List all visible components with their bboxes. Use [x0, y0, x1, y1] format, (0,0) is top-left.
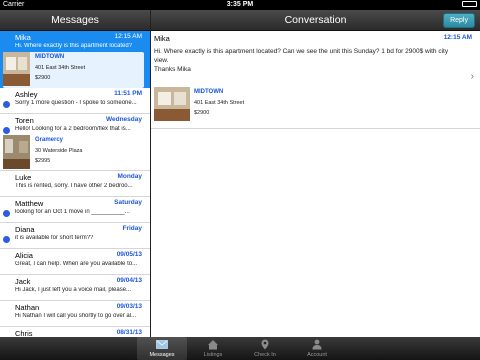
listing-price: $2900 [194, 110, 210, 116]
thread-row-matthew[interactable]: Matthew Saturday looking for an Oct 1 mo… [0, 197, 150, 223]
thread-row-ashley[interactable]: Ashley 11:51 PM Sorry 1 more question - … [0, 88, 150, 114]
thread-date: Saturday [114, 199, 142, 206]
thread-preview: Great, I can help. When are you availabl… [15, 261, 138, 267]
listing-photo [3, 135, 30, 169]
unread-dot-icon [3, 210, 10, 217]
thread-preview: This is rented, sorry. I have other 2 be… [15, 183, 133, 189]
reply-button[interactable]: Reply [443, 13, 475, 28]
thread-name: Alicia [15, 251, 33, 260]
unread-dot-icon [3, 236, 10, 243]
status-bar: Carrier 3:35 PM [0, 0, 480, 10]
conversation-title: Conversation [284, 14, 347, 26]
thread-date: 12:15 AM [114, 33, 142, 40]
map-pin-icon [261, 339, 269, 350]
battery-icon [462, 1, 477, 7]
thread-row-alicia[interactable]: Alicia 09/05/13 Great, I can help. When … [0, 249, 150, 275]
tab-bar: Messages Listings Check In Account [0, 337, 480, 360]
message-thread-list[interactable]: Mika 12:15 AM Hi. Where exactly is this … [0, 31, 150, 337]
tab-messages[interactable]: Messages [137, 337, 187, 360]
thread-preview: it is available for short term?? [15, 235, 94, 241]
thread-date: 09/04/13 [116, 277, 142, 284]
thread-date: Wednesday [105, 116, 142, 123]
thread-date: 11:51 PM [114, 90, 142, 97]
thread-date: Friday [122, 225, 142, 232]
tab-label: Account [307, 352, 327, 358]
thread-row-diana[interactable]: Diana Friday it is available for short t… [0, 223, 150, 249]
thread-name: Ashley [15, 90, 38, 99]
tab-check-in[interactable]: Check In [240, 337, 290, 360]
thread-row-luke[interactable]: Luke Monday This is rented, sorry. I hav… [0, 171, 150, 197]
thread-preview: Hi Nathan I will call you shortly to go … [15, 313, 137, 319]
listing-address: 401 East 34th Street [35, 65, 86, 71]
listing-title: Gramercy [35, 137, 64, 143]
messages-title: Messages [51, 14, 99, 26]
thread-name: Luke [15, 173, 32, 182]
thread-row-chris[interactable]: Chris 08/31/13 [0, 327, 150, 337]
envelope-icon [156, 340, 168, 349]
house-icon [208, 340, 218, 350]
thread-preview: Hello! Looking for a 2 bedroom/flex that… [15, 126, 131, 132]
unread-dot-icon [3, 101, 10, 108]
thread-date: 09/03/13 [116, 303, 142, 310]
thread-name: Diana [15, 225, 35, 234]
thread-row-toren[interactable]: Toren Wednesday Hello! Looking for a 2 b… [0, 114, 150, 171]
tab-account[interactable]: Account [292, 337, 342, 360]
listing-photo [3, 52, 30, 86]
unread-dot-icon [3, 127, 10, 134]
person-icon [312, 339, 322, 350]
thread-preview: Sorry 1 more question - I spoke to someo… [15, 100, 137, 106]
thread-row-jack[interactable]: Jack 09/04/13 Hi Jack, I just left you a… [0, 275, 150, 301]
thread-row-mika[interactable]: Mika 12:15 AM Hi. Where exactly is this … [0, 31, 150, 88]
thread-name: Jack [15, 277, 31, 286]
conversation-header: Conversation Reply [151, 10, 480, 31]
thread-row-nathan[interactable]: Nathan 09/03/13 Hi Nathan I will call yo… [0, 301, 150, 327]
listing-price: $2900 [35, 75, 51, 81]
message-body: Hi. Where exactly is this apartment loca… [154, 47, 464, 74]
thread-date: Monday [117, 173, 142, 180]
tab-label: Messages [149, 352, 175, 358]
thread-name: Matthew [15, 199, 44, 208]
listing-address: 401 East 34th Street [194, 100, 245, 106]
thread-date: 08/31/13 [116, 329, 142, 336]
listing-title: MIDTOWN [35, 54, 65, 60]
listing-price: $2995 [35, 158, 51, 164]
chevron-right-icon[interactable]: › [471, 71, 474, 82]
thread-preview: looking for an Oct 1 move in __________.… [15, 209, 130, 215]
tab-listings[interactable]: Listings [188, 337, 238, 360]
listing-title: MIDTOWN [194, 89, 224, 95]
listing-address: 30 Waterside Plaza [35, 148, 83, 154]
thread-preview: Hi. Where exactly is this apartment loca… [15, 43, 133, 49]
tab-label: Check In [254, 352, 276, 358]
thread-preview: Hi Jack, I just left you a voice mail, p… [15, 287, 132, 293]
message-sender: Mika [154, 34, 170, 43]
listing-card[interactable]: MIDTOWN 401 East 34th Street $2900 [3, 52, 144, 88]
message-signoff: Thanks Mika [154, 66, 191, 73]
listing-card[interactable]: MIDTOWN 401 East 34th Street $2900 [154, 87, 254, 123]
message-time: 12:15 AM [443, 34, 472, 41]
listing-card[interactable]: Gramercy 30 Waterside Plaza $2995 [3, 135, 144, 171]
message-bubble[interactable]: Mika 12:15 AM Hi. Where exactly is this … [151, 31, 480, 129]
thread-name: Nathan [15, 303, 40, 312]
thread-name: Toren [15, 116, 34, 125]
clock: 3:35 PM [226, 1, 254, 8]
listing-photo [154, 87, 190, 121]
conversation-pane[interactable]: Mika 12:15 AM Hi. Where exactly is this … [151, 31, 480, 337]
tab-label: Listings [203, 352, 223, 358]
thread-name: Chris [15, 329, 33, 337]
thread-date: 09/05/13 [116, 251, 142, 258]
messages-header: Messages [0, 10, 150, 31]
thread-name: Mika [15, 33, 31, 42]
message-text: Hi. Where exactly is this apartment loca… [154, 48, 449, 64]
